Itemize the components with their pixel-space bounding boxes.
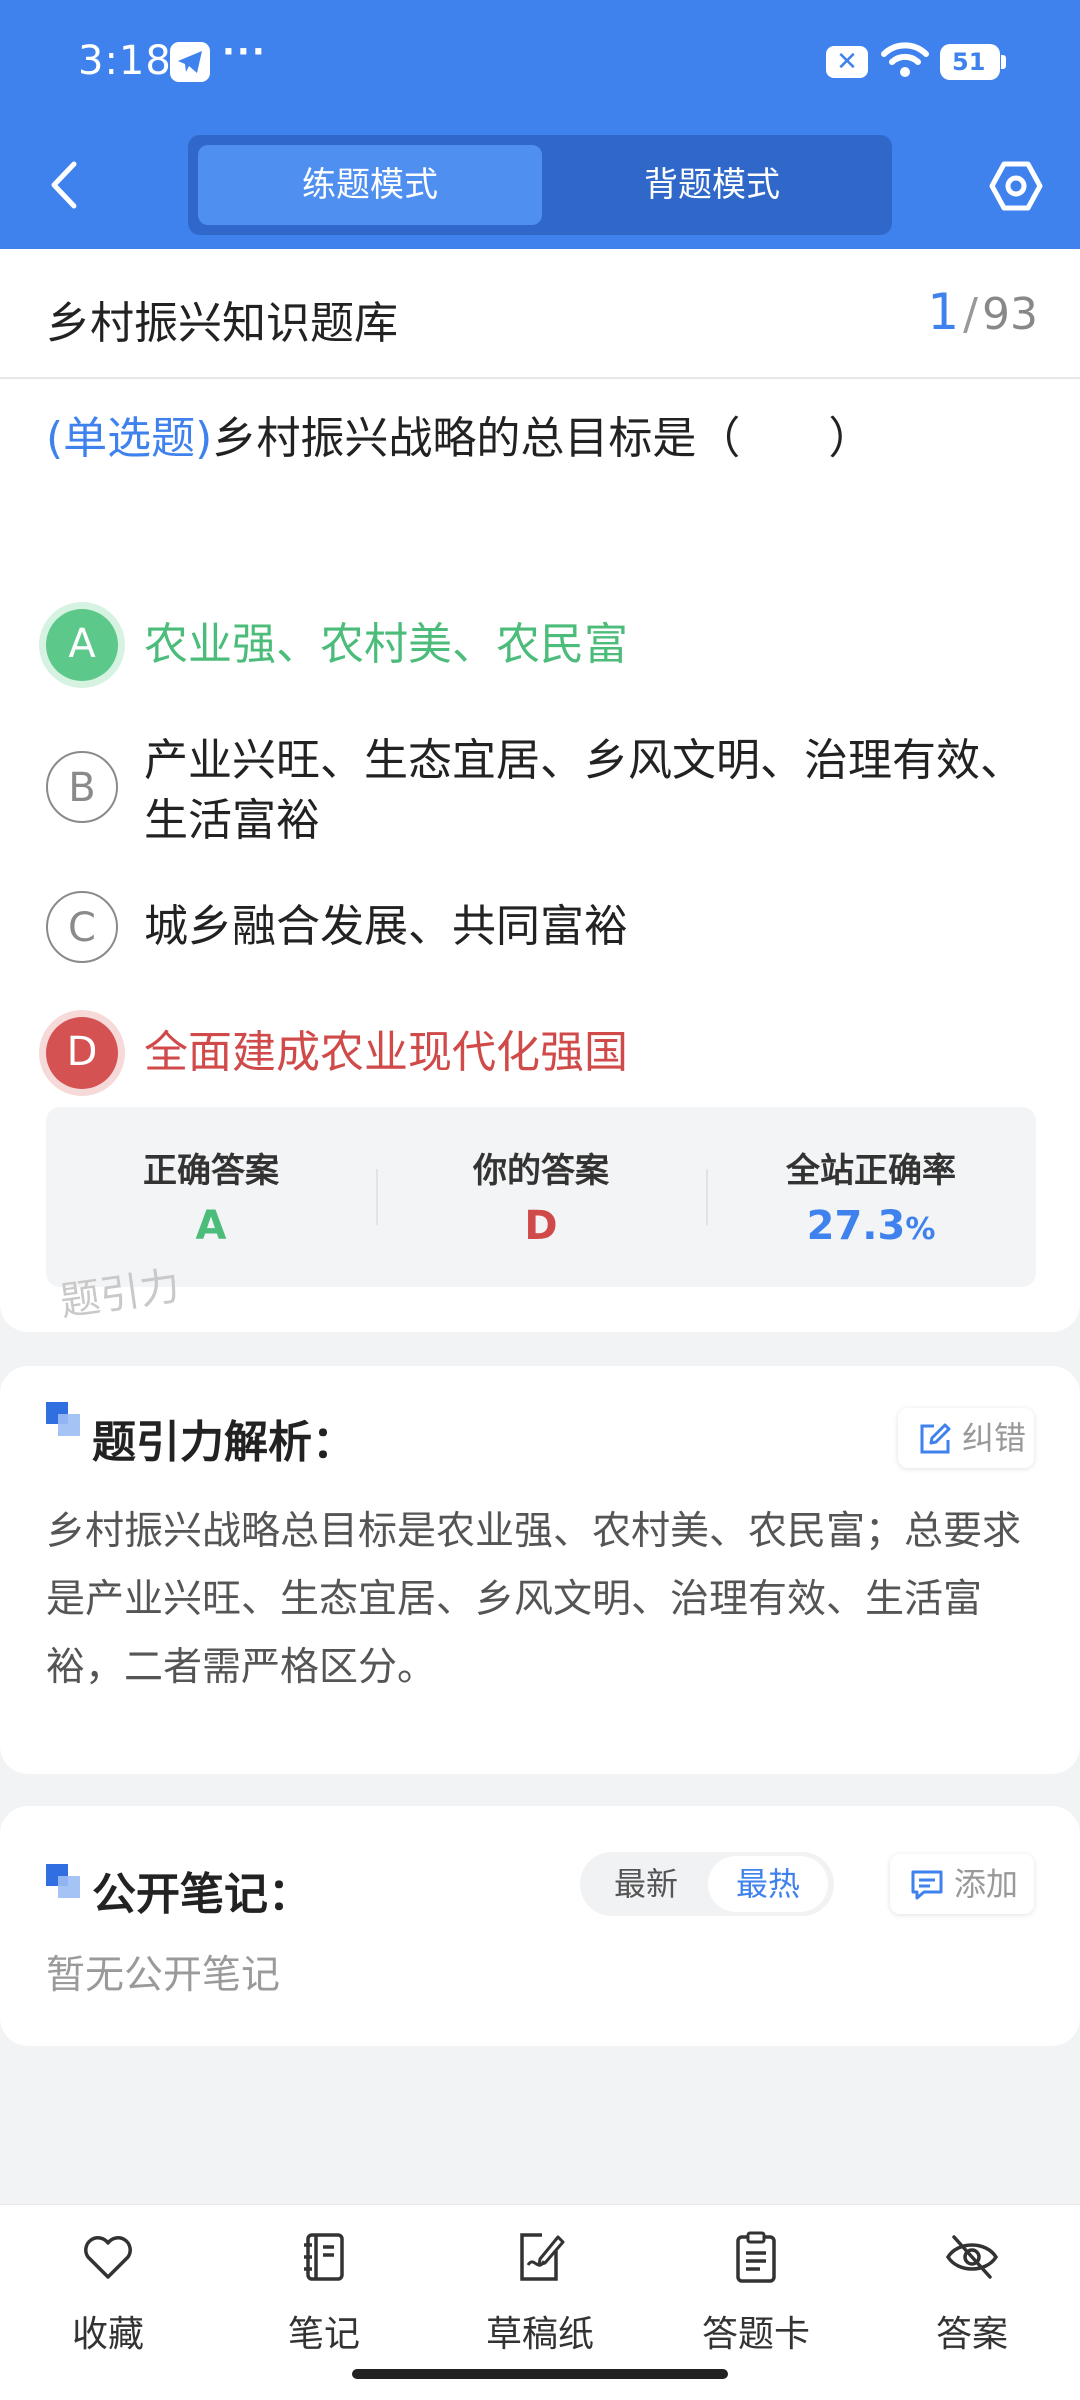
nav-draft-label: 草稿纸 [485, 2314, 594, 2355]
comment-icon [911, 1870, 943, 1900]
stat-your-answer: 你的答案 D [376, 1107, 706, 1287]
option-d-text: 全面建成农业现代化强国 [144, 1027, 628, 1078]
nav-notes[interactable]: 笔记 [244, 2229, 404, 2359]
nav-answer-sheet-label: 答题卡 [701, 2314, 810, 2355]
stat-rate-number: 27.3 [806, 1203, 906, 1249]
answer-stats-panel: 正确答案 A 你的答案 D 全站正确率 27.3% [46, 1107, 1036, 1287]
counter-current: 1 [927, 283, 960, 341]
notes-title: 公开笔记： [92, 1869, 312, 1920]
counter-separator: / [963, 289, 978, 340]
nav-answer-toggle[interactable]: 答案 [892, 2229, 1052, 2359]
stat-rate-value: 27.3% [706, 1203, 1036, 1249]
tab-practice-mode[interactable]: 练题模式 [198, 145, 542, 225]
nav-notes-label: 笔记 [287, 2314, 360, 2355]
settings-hexagon-icon[interactable] [988, 158, 1044, 214]
option-b-text: 产业兴旺、生态宜居、乡风文明、治理有效、生活富裕 [144, 735, 1024, 846]
report-error-label: 纠错 [962, 1419, 1027, 1457]
option-d[interactable]: D 全面建成农业现代化强国 [46, 1013, 1046, 1093]
question-bank-row: 乡村振兴知识题库 1/93 [0, 249, 1080, 379]
home-indicator[interactable] [352, 2369, 728, 2379]
option-b-badge: B [46, 751, 118, 823]
status-time: 3:18 [78, 38, 172, 84]
nav-favorite-label: 收藏 [71, 2314, 144, 2355]
analysis-section-icon [46, 1402, 80, 1436]
tab-recite-mode[interactable]: 背题模式 [540, 145, 884, 225]
stat-correct-value: A [195, 1203, 227, 1249]
edit-icon [920, 1423, 951, 1454]
analysis-text: 乡村振兴战略总目标是农业强、农村美、农民富；总要求是产业兴旺、生态宜居、乡风文明… [46, 1509, 1022, 1690]
status-bar: 3:18 ··· ✕ 51 [0, 0, 1080, 125]
wifi-icon [881, 42, 929, 77]
clipboard-icon [736, 2231, 776, 2283]
no-notes-text: 暂无公开笔记 [46, 1953, 281, 1998]
option-c-text: 城乡融合发展、共同富裕 [144, 901, 628, 952]
stat-correct-answer: 正确答案 A [46, 1107, 376, 1287]
notebook-icon [304, 2233, 344, 2281]
question-card: 乡村振兴知识题库 1/93 (单选题)乡村振兴战略的总目标是（ ） A 农业强、… [0, 249, 1080, 1332]
option-c[interactable]: C 城乡融合发展、共同富裕 [46, 885, 1046, 965]
option-c-badge: C [46, 891, 118, 963]
nav-answer-label: 答案 [935, 2314, 1008, 2355]
top-header: 3:18 ··· ✕ 51 练题模式 背题模式 [0, 0, 1080, 249]
add-note-label: 添加 [954, 1865, 1019, 1903]
add-note-button[interactable]: 添加 [890, 1854, 1034, 1914]
public-notes-card: 公开笔记： 最新 最热 添加 暂无公开笔记 [0, 1806, 1080, 2046]
counter-total: 93 [982, 289, 1038, 340]
notes-sort-switch: 最新 最热 [580, 1852, 834, 1916]
option-d-badge: D [46, 1017, 118, 1089]
back-arrow-icon[interactable] [40, 158, 90, 212]
option-a-text: 农业强、农村美、农民富 [144, 619, 628, 670]
stat-site-accuracy: 全站正确率 27.3% [706, 1107, 1036, 1287]
analysis-card: 题引力解析： 纠错 乡村振兴战略总目标是农业强、农村美、农民富；总要求是产业兴旺… [0, 1366, 1080, 1774]
draft-paper-icon [520, 2233, 565, 2281]
mode-switch: 练题模式 背题模式 [188, 135, 892, 235]
stat-correct-label: 正确答案 [143, 1151, 279, 1191]
telegram-icon [170, 42, 210, 82]
option-b[interactable]: B 产业兴旺、生态宜居、乡风文明、治理有效、生活富裕 [46, 731, 1046, 861]
sort-hottest[interactable]: 最热 [708, 1856, 828, 1912]
question-stem: 乡村振兴战略的总目标是（ ） [212, 413, 873, 464]
sort-latest[interactable]: 最新 [586, 1856, 706, 1912]
nav-answer-sheet[interactable]: 答题卡 [676, 2229, 836, 2359]
question-type-label: (单选题) [46, 413, 213, 464]
option-a[interactable]: A 农业强、农村美、农民富 [46, 605, 1046, 685]
report-error-button[interactable]: 纠错 [898, 1408, 1034, 1468]
stat-yours-value: D [524, 1203, 558, 1249]
more-notifications-icon: ··· [222, 32, 267, 72]
battery-icon: 51 [940, 44, 1006, 80]
analysis-title: 题引力解析： [92, 1417, 356, 1468]
heart-icon [84, 2236, 132, 2279]
stat-yours-label: 你的答案 [473, 1151, 609, 1191]
notes-section-icon [46, 1864, 80, 1898]
stat-rate-unit: % [905, 1212, 936, 1247]
question-text: (单选题)乡村振兴战略的总目标是（ ） [46, 409, 1046, 469]
stat-rate-label: 全站正确率 [786, 1151, 956, 1191]
option-a-badge: A [46, 609, 118, 681]
eye-off-icon [945, 2235, 999, 2279]
nav-favorite[interactable]: 收藏 [28, 2229, 188, 2359]
question-bank-title: 乡村振兴知识题库 [46, 298, 398, 349]
no-sim-icon: ✕ [826, 46, 868, 78]
question-counter[interactable]: 1/93 [927, 283, 1038, 341]
nav-draft-paper[interactable]: 草稿纸 [460, 2229, 620, 2359]
